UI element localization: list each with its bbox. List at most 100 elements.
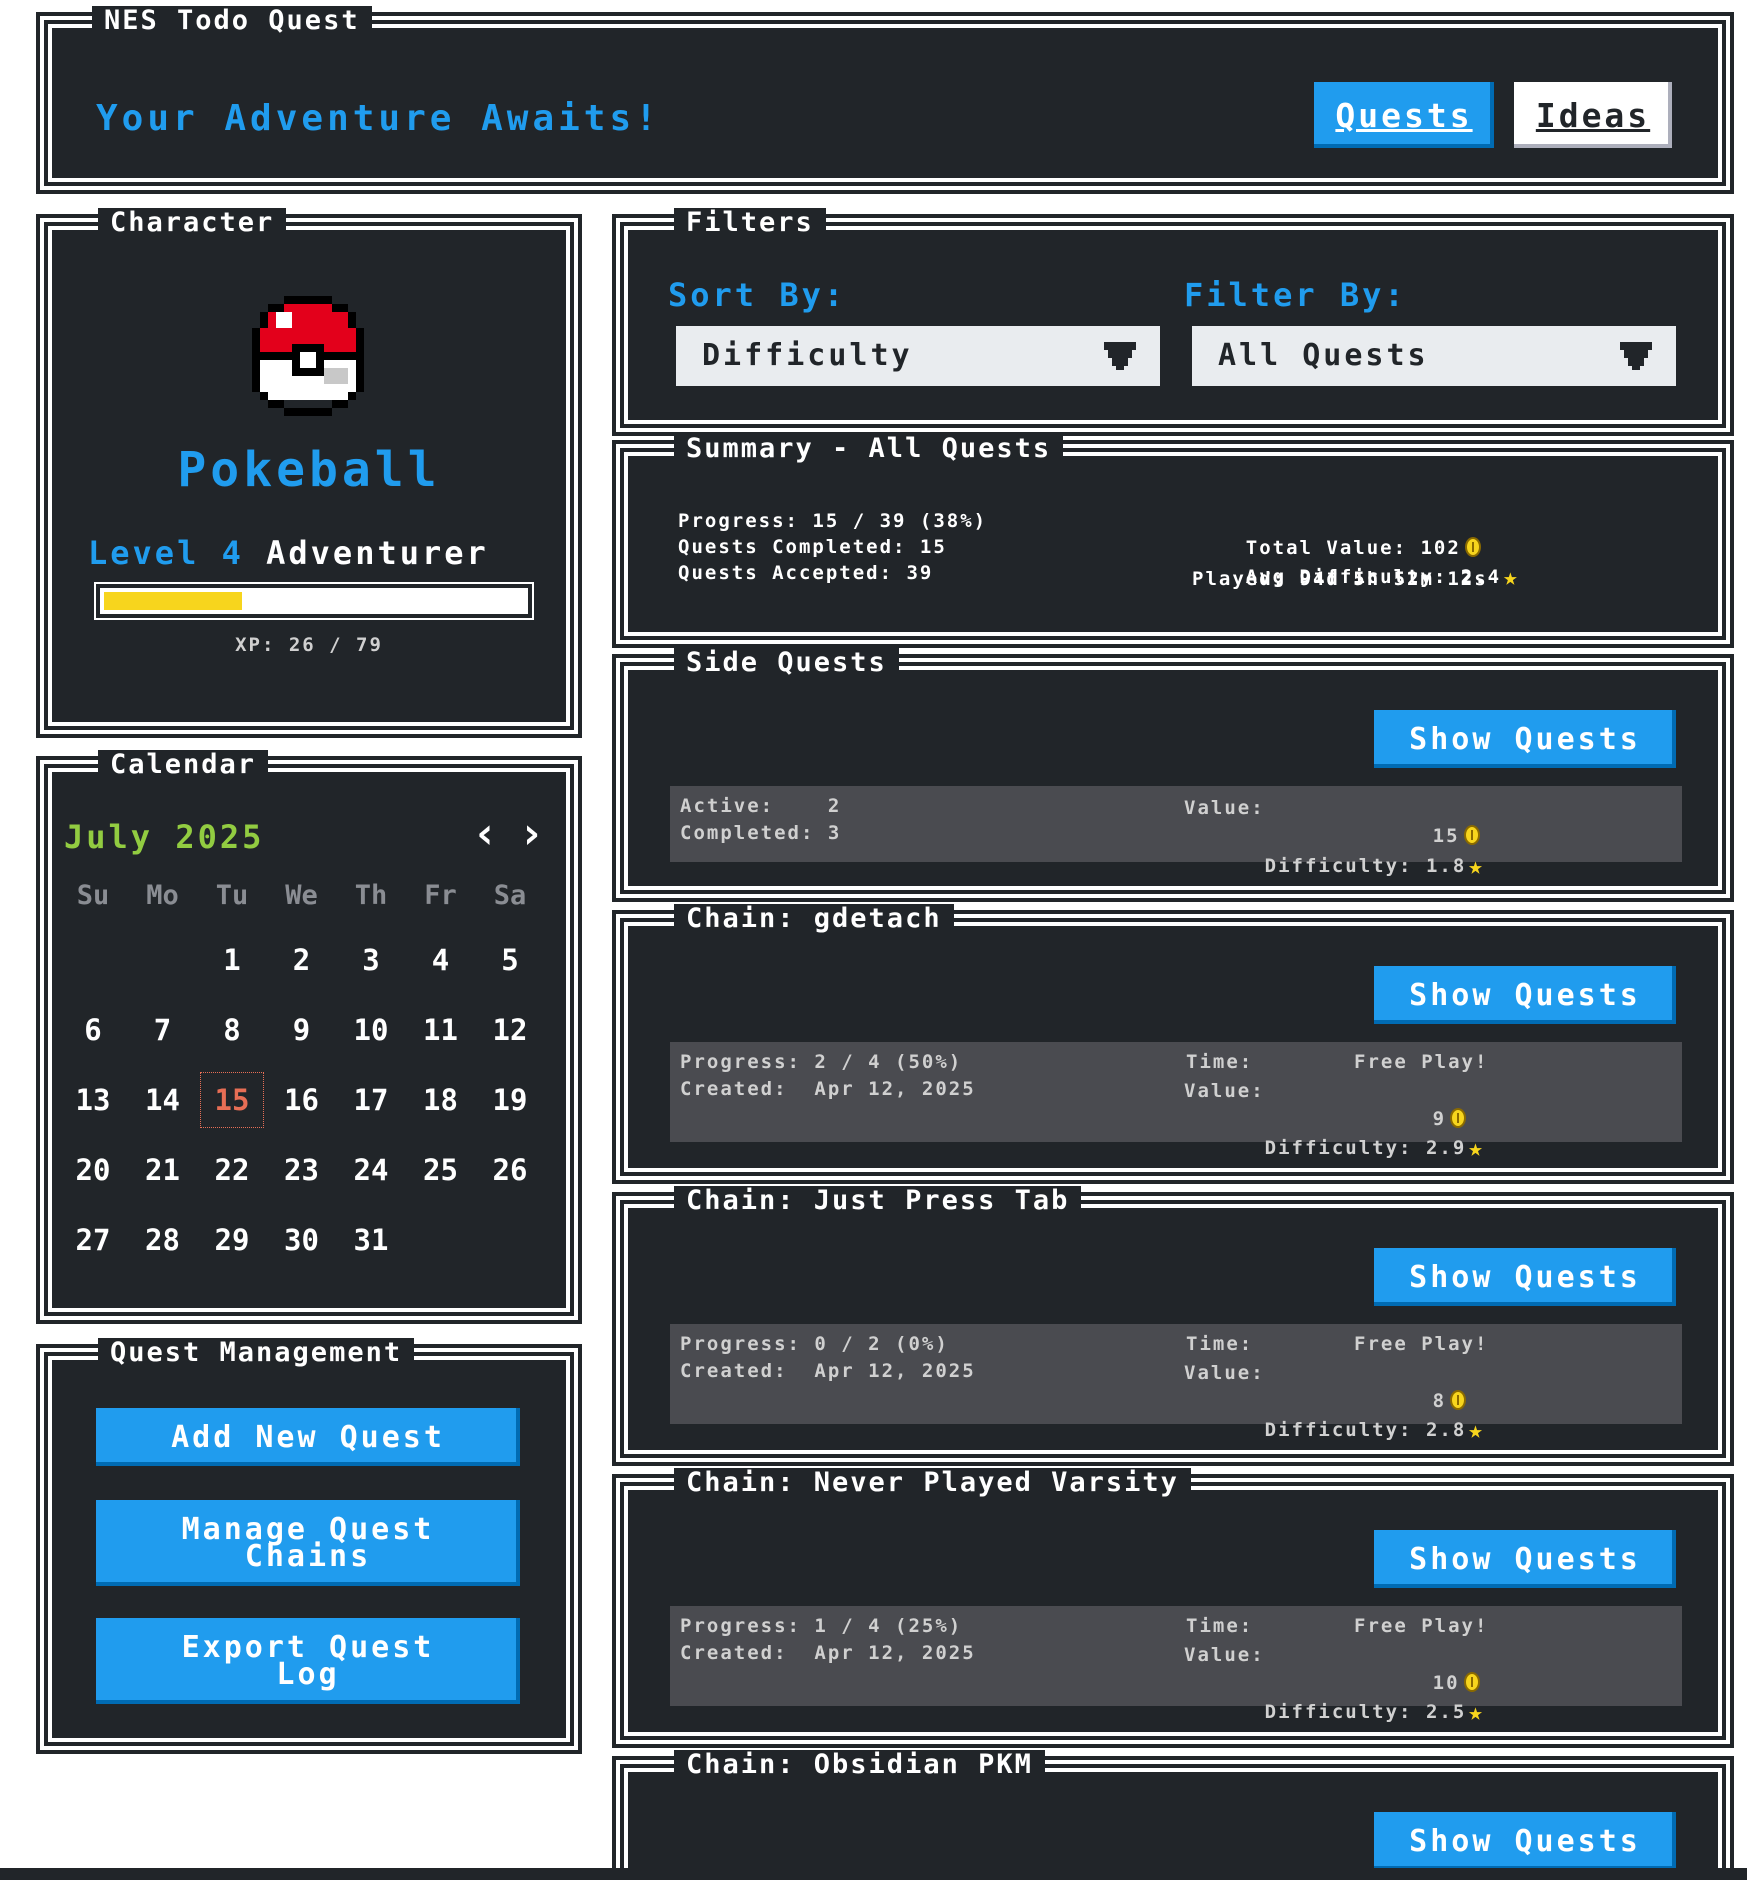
chain-progress: Progress: 0 / 2 (0%) <box>680 1333 949 1355</box>
calendar-day[interactable]: 19 <box>479 1080 541 1120</box>
weekday-header: Sa <box>493 880 527 911</box>
xp-bar <box>96 584 532 618</box>
chain-created: Created: Apr 12, 2025 <box>680 1360 976 1382</box>
chain-show-quests-button[interactable]: Show Quests <box>1374 1812 1676 1870</box>
calendar-day[interactable]: 22 <box>201 1150 263 1190</box>
calendar-day[interactable]: 24 <box>340 1150 402 1190</box>
chain-value-label: Value: <box>1184 1080 1265 1102</box>
filters-title: Filters <box>674 208 826 238</box>
summary-completed: Quests Completed: 15 <box>678 536 947 558</box>
calendar-day[interactable]: 8 <box>201 1010 263 1050</box>
character-panel: Character Pokeball Level 4 Adventurer XP… <box>40 208 578 734</box>
chain-time-label: Time: <box>1186 1051 1254 1073</box>
calendar-day[interactable]: 30 <box>271 1220 333 1260</box>
calendar-day[interactable]: 31 <box>340 1220 402 1260</box>
calendar-day[interactable]: 25 <box>410 1150 472 1190</box>
side-quests-difficulty: Difficulty: 1.8★ <box>1184 824 1485 908</box>
side-quests-title: Side Quests <box>674 648 899 678</box>
tagline: Your Adventure Awaits! <box>96 98 661 139</box>
character-level: Level 4 Adventurer <box>88 534 489 572</box>
class-label: Adventurer <box>266 534 489 572</box>
chain-time-label: Time: <box>1186 1333 1254 1355</box>
calendar-day[interactable]: 26 <box>479 1150 541 1190</box>
chevron-down-icon <box>1104 342 1136 370</box>
chain-show-quests-button[interactable]: Show Quests <box>1374 1530 1676 1588</box>
calendar-day[interactable]: 2 <box>271 940 333 980</box>
calendar-day[interactable]: 21 <box>132 1150 194 1190</box>
chain-panel-just-press-tab: Chain: Just Press Tab Show Quests Progre… <box>616 1186 1730 1462</box>
chain-time: Free Play! <box>1354 1615 1489 1637</box>
bottom-edge <box>0 1868 1747 1880</box>
weekday-header: Fr <box>424 880 457 911</box>
calendar-day[interactable]: 10 <box>340 1010 402 1050</box>
calendar-day[interactable]: 9 <box>271 1010 333 1050</box>
chain-difficulty-value: 2.5 <box>1425 1701 1467 1723</box>
chain-time: Free Play! <box>1354 1333 1489 1355</box>
side-quests-difficulty-label: Difficulty: <box>1264 855 1413 877</box>
calendar-day[interactable]: 29 <box>201 1220 263 1260</box>
add-new-quest-button[interactable]: Add New Quest <box>96 1408 520 1466</box>
chain-value-label: Value: <box>1184 1362 1265 1384</box>
calendar-day[interactable]: 11 <box>410 1010 472 1050</box>
calendar-day[interactable]: 18 <box>410 1080 472 1120</box>
calendar-day[interactable]: 12 <box>479 1010 541 1050</box>
chain-title: Chain: gdetach <box>674 904 954 934</box>
calendar-day[interactable]: 6 <box>62 1010 124 1050</box>
chain-value-label: Value: <box>1184 1644 1265 1666</box>
chain-info: Progress: 1 / 4 (25%) Created: Apr 12, 2… <box>670 1606 1682 1726</box>
calendar-day[interactable]: 17 <box>340 1080 402 1120</box>
calendar-day[interactable]: 7 <box>132 1010 194 1050</box>
chain-info: Progress: 0 / 2 (0%) Created: Apr 12, 20… <box>670 1324 1682 1444</box>
calendar-day[interactable]: 4 <box>410 940 472 980</box>
side-quests-info: Active: 2 Completed: 3 Value: 15 Difficu… <box>670 786 1682 880</box>
star-icon: ★ <box>1468 852 1485 880</box>
summary-panel: Summary - All Quests Progress: 15 / 39 (… <box>616 434 1730 644</box>
chain-time-label: Time: <box>1186 1615 1254 1637</box>
chain-difficulty-label: Difficulty: <box>1264 1419 1413 1441</box>
side-quests-active: Active: 2 <box>680 795 842 817</box>
chain-show-quests-button[interactable]: Show Quests <box>1374 966 1676 1024</box>
chain-progress: Progress: 2 / 4 (50%) <box>680 1051 963 1073</box>
chain-difficulty: Difficulty: 2.5★ <box>1184 1670 1485 1754</box>
nav-quests-button[interactable]: Quests <box>1314 82 1494 148</box>
manage-quest-chains-button[interactable]: Manage Quest Chains <box>96 1500 520 1586</box>
chain-show-quests-button[interactable]: Show Quests <box>1374 1248 1676 1306</box>
chain-title: Chain: Never Played Varsity <box>674 1468 1191 1498</box>
chain-created: Created: Apr 12, 2025 <box>680 1078 976 1100</box>
calendar-day[interactable]: 1 <box>201 940 263 980</box>
side-quests-completed: Completed: 3 <box>680 822 842 844</box>
export-quest-log-button[interactable]: Export Quest Log <box>96 1618 520 1704</box>
nav-ideas-button[interactable]: Ideas <box>1514 82 1672 148</box>
calendar-month: July 2025 <box>64 818 265 856</box>
pokeball-icon <box>252 296 364 416</box>
level-label: Level 4 <box>88 534 244 572</box>
chain-panel-obsidian-pkm: Chain: Obsidian PKM Show Quests <box>616 1750 1730 1880</box>
calendar-next-icon[interactable]: › <box>518 808 545 859</box>
chain-progress: Progress: 1 / 4 (25%) <box>680 1615 963 1637</box>
calendar-prev-icon[interactable]: ‹ <box>472 808 499 859</box>
calendar-day[interactable]: 14 <box>132 1080 194 1120</box>
calendar-day[interactable]: 27 <box>62 1220 124 1260</box>
weekday-header: Tu <box>215 880 249 911</box>
filter-by-select[interactable]: All Quests <box>1192 326 1676 386</box>
calendar-day[interactable]: 28 <box>132 1220 194 1260</box>
side-quests-show-button[interactable]: Show Quests <box>1374 710 1676 768</box>
calendar-day[interactable]: 5 <box>479 940 541 980</box>
calendar-day[interactable]: 20 <box>62 1150 124 1190</box>
weekday-header: Th <box>354 880 388 911</box>
sort-by-select[interactable]: Difficulty <box>676 326 1160 386</box>
chain-difficulty-value: 2.9 <box>1425 1137 1467 1159</box>
header-panel: NES Todo Quest Your Adventure Awaits! Qu… <box>40 6 1730 190</box>
calendar-day[interactable]: 13 <box>62 1080 124 1120</box>
summary-played: Played: 94d 5h 52m 12s <box>1192 568 1488 590</box>
character-title: Character <box>98 208 287 238</box>
chain-info: Progress: 2 / 4 (50%) Created: Apr 12, 2… <box>670 1042 1682 1162</box>
weekday-header: Su <box>76 880 110 911</box>
calendar-day[interactable]: 3 <box>340 940 402 980</box>
add-new-quest-label: Add New Quest <box>171 1419 445 1455</box>
quest-management-panel: Quest Management Add New Quest Manage Qu… <box>40 1338 578 1750</box>
calendar-day[interactable]: 16 <box>271 1080 333 1120</box>
calendar-day[interactable]: 23 <box>271 1150 333 1190</box>
calendar-grid: Su Mo Tu We Th Fr Sa 1 2 3 4 5 6 7 8 9 10 11 12 13 14 15 16 17 1… <box>62 876 552 1296</box>
calendar-day-today[interactable]: 15 <box>200 1072 264 1128</box>
